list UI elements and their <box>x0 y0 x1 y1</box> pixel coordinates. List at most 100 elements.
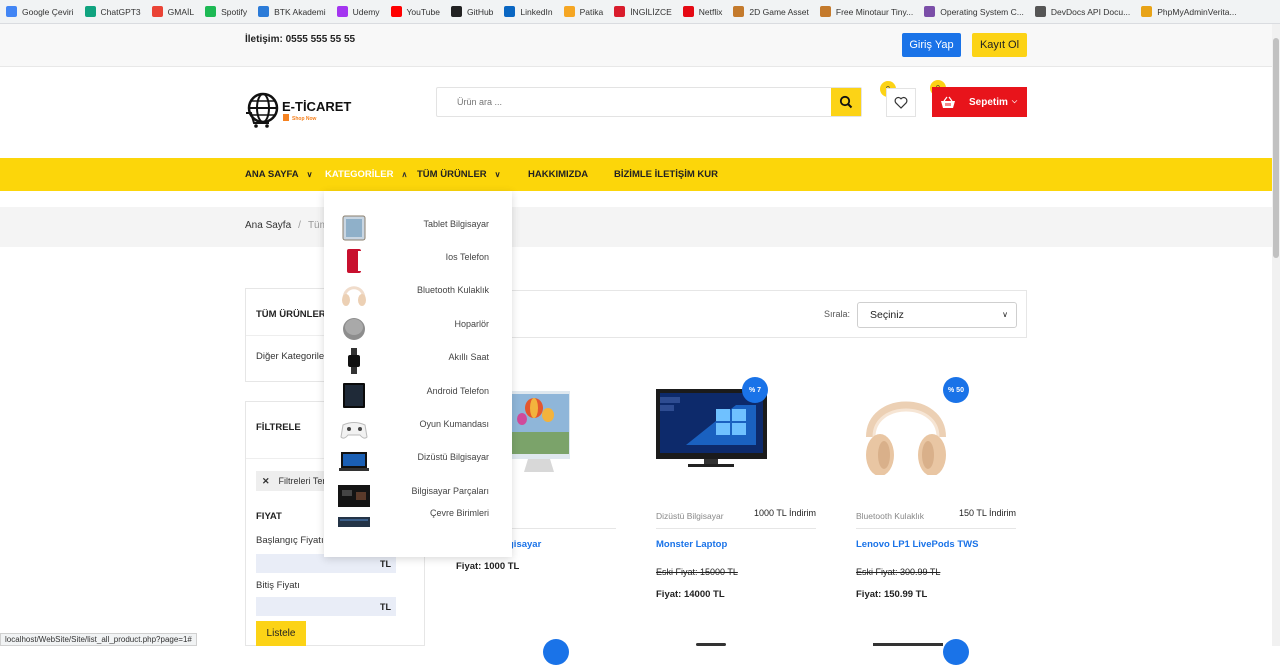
gamepad-icon <box>338 415 370 441</box>
bookmark-item[interactable]: GitHub <box>450 6 493 17</box>
list-button[interactable]: Listele <box>256 621 306 646</box>
top-info-bar: İletişim: 0555 555 55 55 Giriş Yap Kayıt… <box>0 24 1272 67</box>
bookmark-item[interactable]: 2D Game Asset <box>733 6 809 17</box>
product-name[interactable]: Lenovo LP1 LivePods TWS <box>856 539 978 550</box>
wishlist-button[interactable] <box>886 88 916 117</box>
nav-about[interactable]: HAKKIMIZDA <box>528 169 588 180</box>
nav-home[interactable]: ANA SAYFA ∨ <box>245 169 313 180</box>
bookmark-favicon-icon <box>6 6 17 17</box>
dropdown-item-laptop[interactable]: Dizüstü Bilgisayar <box>324 446 512 476</box>
end-price-label: Bitiş Fiyatı <box>256 580 300 591</box>
product-price: Fiyat: 14000 TL <box>656 589 725 600</box>
dropdown-item-speaker[interactable]: Hoparlör <box>324 313 512 343</box>
scrollbar[interactable] <box>1272 24 1280 646</box>
scrollbar-thumb[interactable] <box>1273 38 1279 258</box>
bookmark-item[interactable]: DevDocs API Docu... <box>1034 6 1130 17</box>
product-image[interactable] <box>856 375 1016 476</box>
product-old-price: Eski Fiyat: 300.99 TL <box>856 567 941 577</box>
site-header: E-TİCARET Shop Now 0 0 Sepetim ⌵ <box>0 67 1272 158</box>
bookmark-item[interactable]: İNGİLİZCE <box>614 6 672 17</box>
svg-text:E-TİCARET: E-TİCARET <box>282 99 351 114</box>
close-icon: ✕ <box>262 475 270 486</box>
status-url: localhost/WebSite/Site/list_all_product.… <box>0 633 197 646</box>
product-price: Fiyat: 1000 TL <box>456 561 520 572</box>
bookmark-item[interactable]: GMAİL <box>151 6 194 17</box>
end-price-input[interactable] <box>256 597 396 616</box>
svg-text:Shop Now: Shop Now <box>292 116 317 122</box>
bookmark-item[interactable]: Spotify <box>205 6 247 17</box>
dropdown-item-label: Hoparlör <box>454 319 489 329</box>
dropdown-item-gamepad[interactable]: Oyun Kumandası <box>324 413 512 443</box>
bookmark-item[interactable]: YouTube <box>390 6 440 17</box>
dropdown-item-tablet[interactable]: Tablet Bilgisayar <box>324 213 512 243</box>
product-name[interactable]: Monster Laptop <box>656 539 727 550</box>
product-name[interactable]: gisayar <box>508 539 541 550</box>
bookmark-item[interactable]: Google Çeviri <box>6 6 74 17</box>
dropdown-item-headphones[interactable]: Bluetooth Kulaklık <box>324 279 512 309</box>
bookmark-favicon-icon <box>390 6 402 17</box>
bookmark-item[interactable]: ChatGPT3 <box>84 6 141 17</box>
keyboard-icon <box>338 509 370 535</box>
all-products-link[interactable]: TÜM ÜRÜNLER <box>256 309 326 320</box>
discount-badge: % 50 <box>943 377 969 403</box>
bookmark-item[interactable]: Operating System C... <box>924 6 1024 17</box>
bookmark-item[interactable]: BTK Akademi <box>258 6 326 17</box>
sort-select[interactable]: Seçiniz ∨ <box>857 302 1017 328</box>
dropdown-item-pc-parts[interactable]: Bilgisayar Parçaları <box>324 480 512 510</box>
dropdown-item-label: Ios Telefon <box>445 252 489 262</box>
bookmark-item[interactable]: Udemy <box>336 6 380 17</box>
other-categories-link[interactable]: Diğer Kategoriler <box>256 351 327 362</box>
breadcrumb-separator: / <box>298 220 301 231</box>
dropdown-item-label: Bluetooth Kulaklık <box>416 285 489 295</box>
bookmark-favicon-icon <box>1141 6 1153 17</box>
bookmark-item[interactable]: Patika <box>563 6 603 17</box>
search-box <box>436 87 862 117</box>
breadcrumb: Ana Sayfa / Tüm <box>0 207 1272 247</box>
chevron-down-icon: ∨ <box>494 170 501 179</box>
nav-categories[interactable]: KATEGORİLER ∧ <box>325 169 407 180</box>
bookmark-favicon-icon <box>504 6 516 17</box>
bookmark-favicon-icon <box>258 6 270 17</box>
phone-black-icon <box>338 382 370 408</box>
site-logo[interactable]: E-TİCARET Shop Now <box>245 91 375 129</box>
chevron-up-icon: ∧ <box>401 170 408 179</box>
product-card[interactable]: % 7 Dizüstü Bilgisayar 1000 TL İndirim M… <box>656 375 816 605</box>
cart-button[interactable]: Sepetim ⌵ <box>932 87 1027 117</box>
product-image[interactable] <box>656 375 816 475</box>
chevron-down-icon: ⌵ <box>1011 98 1018 105</box>
discount-badge <box>943 639 969 665</box>
product-old-price: Eski Fiyat: 15000 TL <box>656 567 738 577</box>
login-button[interactable]: Giriş Yap <box>902 33 961 57</box>
sort-bar: Sırala: Seçiniz ∨ <box>436 290 1027 338</box>
dropdown-item-watch[interactable]: Akıllı Saat <box>324 346 512 376</box>
bookmark-item[interactable]: Netflix <box>682 6 722 17</box>
product-category: Bluetooth Kulaklık <box>856 511 925 521</box>
contact-phone: İletişim: 0555 555 55 55 <box>245 34 356 45</box>
bookmark-item[interactable]: Free Minotaur Tiny... <box>819 6 913 17</box>
breadcrumb-home[interactable]: Ana Sayfa <box>245 220 291 231</box>
search-button[interactable] <box>831 88 861 116</box>
watch-icon <box>338 348 370 374</box>
bookmark-favicon-icon <box>84 6 96 17</box>
search-input[interactable] <box>437 88 831 116</box>
price-title: FIYAT <box>256 511 282 522</box>
product-card[interactable]: % 50 Bluetooth Kulaklık 150 TL İndirim L… <box>856 375 1016 605</box>
bookmark-item[interactable]: PhpMyAdminVerita... <box>1141 6 1237 17</box>
cart-label: Sepetim <box>969 96 1008 108</box>
product-category: Dizüstü Bilgisayar <box>656 511 724 521</box>
start-price-currency: TL <box>380 559 391 569</box>
bookmark-favicon-icon <box>450 6 462 17</box>
dropdown-item-label: Oyun Kumandası <box>419 419 489 429</box>
nav-contact[interactable]: BİZİMLE İLETİŞİM KUR <box>614 169 718 180</box>
dropdown-item-keyboard[interactable]: Çevre Birimleri <box>324 508 512 538</box>
heart-icon <box>894 96 908 109</box>
register-button[interactable]: Kayıt Ol <box>972 33 1027 57</box>
bookmark-favicon-icon <box>819 6 831 17</box>
dropdown-item-phone-red[interactable]: Ios Telefon <box>324 246 512 276</box>
dropdown-item-label: Tablet Bilgisayar <box>423 219 489 229</box>
basket-icon <box>941 96 955 108</box>
nav-all-products[interactable]: TÜM ÜRÜNLER ∨ <box>417 169 501 180</box>
dropdown-item-phone-black[interactable]: Android Telefon <box>324 380 512 410</box>
bookmark-item[interactable]: LinkedIn <box>504 6 553 17</box>
bookmark-favicon-icon <box>205 6 217 17</box>
